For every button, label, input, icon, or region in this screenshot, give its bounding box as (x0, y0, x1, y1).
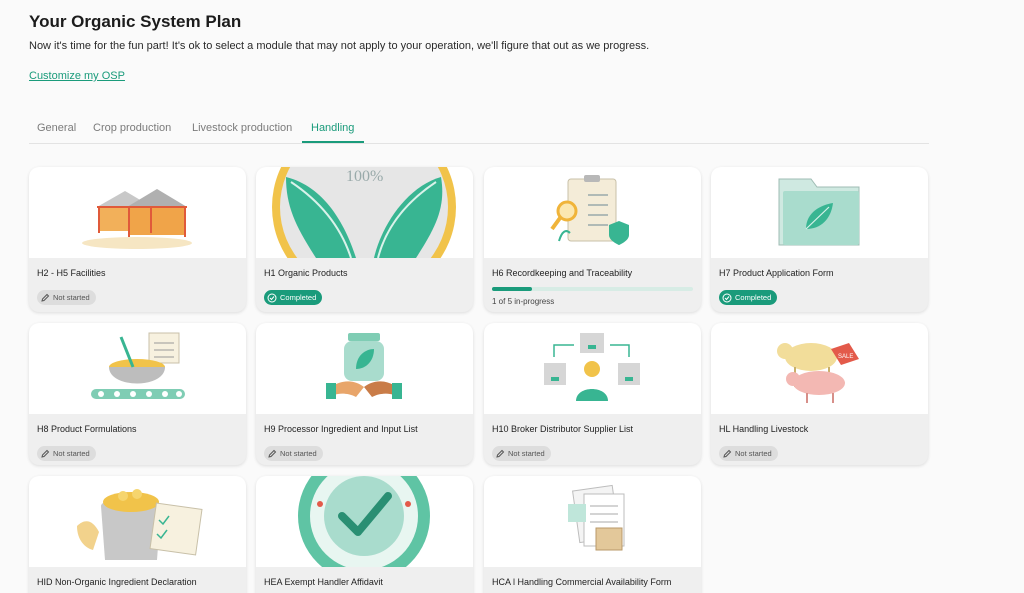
pencil-icon (268, 449, 277, 458)
status-badge: Completed (719, 290, 778, 305)
clipboard-magnifier-illustration (484, 167, 701, 258)
pencil-icon (496, 449, 505, 458)
page-title: Your Organic System Plan (29, 12, 242, 31)
status-badge: Not started (37, 446, 96, 461)
documents-boxes-illustration (484, 476, 701, 567)
module-card-broker-distributor[interactable]: H10 Broker Distributor Supplier List Not… (484, 323, 701, 465)
module-name: H10 Broker Distributor Supplier List (492, 424, 634, 434)
module-name: H1 Organic Products (264, 268, 348, 278)
module-name: HCA l Handling Commercial Availability F… (492, 577, 672, 587)
tab-bar: General Crop production Livestock produc… (29, 114, 929, 144)
progress-text: 1 of 5 in-progress (492, 297, 555, 306)
check-seal-illustration (256, 476, 473, 567)
pencil-icon (41, 293, 50, 302)
module-card-organic-products[interactable]: 100% H1 Organic Products Completed (256, 167, 473, 312)
module-name: HL Handling Livestock (719, 424, 809, 434)
status-text: Not started (53, 293, 90, 302)
page-subtitle: Now it's time for the fun part! It's ok … (29, 40, 650, 52)
pencil-icon (41, 449, 50, 458)
module-name: HID Non-Organic Ingredient Declaration (37, 577, 197, 587)
module-name: H2 - H5 Facilities (37, 268, 106, 278)
status-text: Completed (280, 293, 317, 302)
module-card-commercial-availability[interactable]: HCA l Handling Commercial Availability F… (484, 476, 701, 593)
status-text: Not started (53, 449, 90, 458)
module-name: H8 Product Formulations (37, 424, 137, 434)
status-badge: Not started (492, 446, 551, 461)
module-name: HEA Exempt Handler Affidavit (264, 577, 383, 587)
svg-text:100%: 100% (346, 168, 383, 185)
grain-sack-checklist-illustration (29, 476, 246, 567)
facilities-tents-illustration (29, 167, 246, 258)
active-tab-indicator (302, 141, 364, 143)
status-badge: Completed (264, 290, 323, 305)
status-text: Not started (735, 449, 772, 458)
pencil-icon (723, 449, 732, 458)
organic-leaf-badge-illustration: 100% (256, 167, 473, 258)
module-card-product-formulations[interactable]: H8 Product Formulations Not started (29, 323, 246, 465)
status-text: Not started (508, 449, 545, 458)
module-name: H6 Recordkeeping and Traceability (492, 268, 633, 278)
status-text: Completed (735, 293, 772, 302)
tab-livestock-production[interactable]: Livestock production (192, 122, 292, 134)
module-name: H9 Processor Ingredient and Input List (264, 424, 418, 434)
status-badge: Not started (719, 446, 778, 461)
module-card-product-application[interactable]: H7 Product Application Form Completed (711, 167, 928, 312)
svg-text:SALE: SALE (838, 354, 853, 360)
check-circle-icon (722, 293, 732, 302)
tab-crop-production[interactable]: Crop production (93, 122, 171, 134)
check-circle-icon (267, 293, 277, 302)
module-name: H7 Product Application Form (719, 268, 834, 278)
folder-leaf-illustration (711, 167, 928, 258)
status-badge: Not started (37, 290, 96, 305)
progress-bar (492, 287, 693, 291)
customize-osp-link[interactable]: Customize my OSP (29, 70, 125, 82)
module-card-processor-ingredient[interactable]: H9 Processor Ingredient and Input List N… (256, 323, 473, 465)
broker-boxes-illustration (484, 323, 701, 414)
tab-general[interactable]: General (37, 122, 76, 134)
module-card-handling-livestock[interactable]: SALE HL Handling Livestock Not started (711, 323, 928, 465)
status-badge: Not started (264, 446, 323, 461)
module-card-exempt-handler[interactable]: HEA Exempt Handler Affidavit (256, 476, 473, 593)
mixing-bowl-conveyor-illustration (29, 323, 246, 414)
module-card-recordkeeping[interactable]: H6 Recordkeeping and Traceability 1 of 5… (484, 167, 701, 312)
cow-pig-sale-tag-illustration: SALE (711, 323, 928, 414)
module-card-facilities[interactable]: H2 - H5 Facilities Not started (29, 167, 246, 312)
jar-handshake-illustration (256, 323, 473, 414)
module-card-non-organic-ingredient[interactable]: HID Non-Organic Ingredient Declaration (29, 476, 246, 593)
progress-fill (492, 287, 533, 291)
tab-handling[interactable]: Handling (311, 122, 354, 134)
status-text: Not started (280, 449, 317, 458)
